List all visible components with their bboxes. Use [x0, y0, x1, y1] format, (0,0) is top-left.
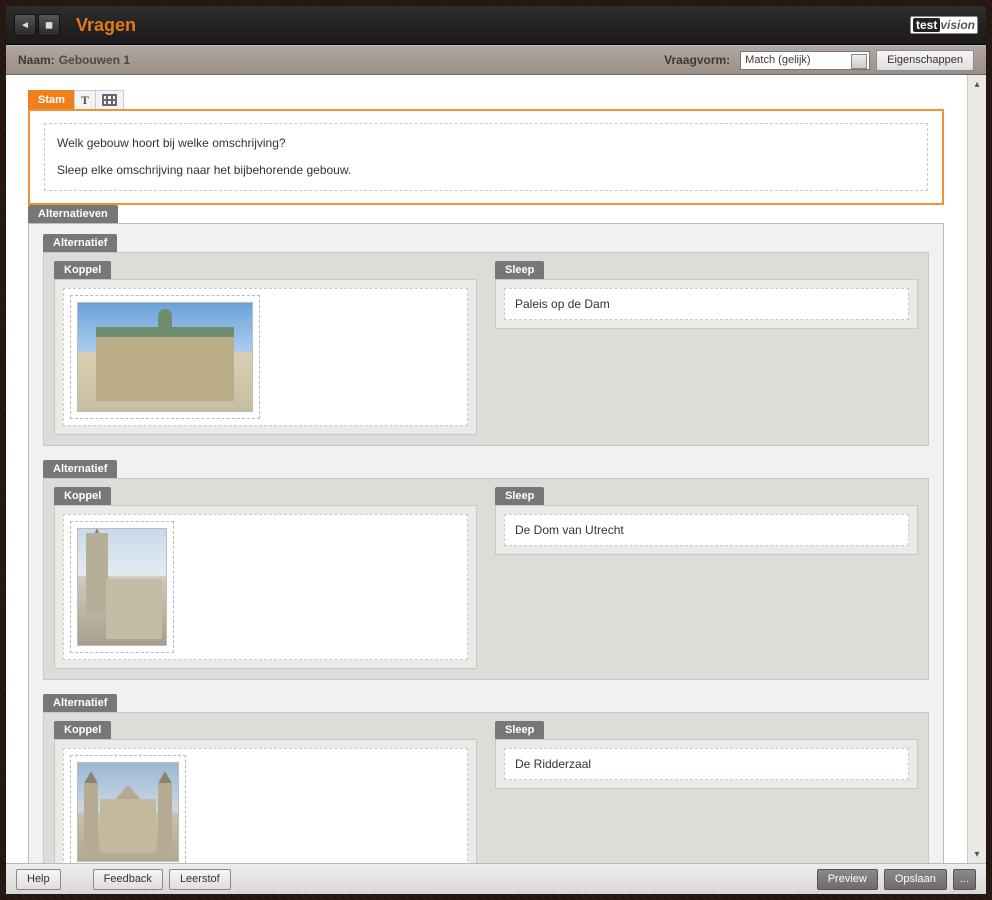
- main-area: Stam T Welk gebouw hoort bij welke omsch…: [6, 75, 986, 863]
- sleep-text: De Ridderzaal: [515, 757, 591, 771]
- feedback-button[interactable]: Feedback: [93, 869, 163, 890]
- alternative-body: Koppel: [43, 252, 929, 446]
- content: Stam T Welk gebouw hoort bij welke omsch…: [6, 75, 962, 863]
- alternative-3: Alternatief Koppel: [43, 694, 929, 863]
- vertical-scrollbar[interactable]: ▴ ▾: [967, 75, 986, 863]
- app-frame: ◄ ◼ Vragen testvision Naam: Gebouwen 1 V…: [6, 6, 986, 894]
- koppel-image-frame[interactable]: [70, 295, 260, 419]
- alternatives-body: Alternatief Koppel: [28, 223, 944, 863]
- top-bar: ◄ ◼ Vragen testvision: [6, 6, 986, 45]
- koppel-column: Koppel: [54, 261, 477, 435]
- alternative-2: Alternatief Koppel: [43, 460, 929, 680]
- form-label: Vraagvorm:: [664, 53, 730, 67]
- tab-text-format[interactable]: T: [74, 90, 96, 109]
- logo: testvision: [910, 16, 978, 34]
- koppel-body: [54, 505, 477, 669]
- sleep-tab: Sleep: [495, 261, 544, 279]
- sleep-column: Sleep De Ridderzaal: [495, 721, 918, 863]
- sleep-text: De Dom van Utrecht: [515, 523, 624, 537]
- name-bar: Naam: Gebouwen 1 Vraagvorm: Match (gelij…: [6, 45, 986, 75]
- koppel-tab: Koppel: [54, 487, 111, 505]
- alternative-1: Alternatief Koppel: [43, 234, 929, 446]
- stam-body: Welk gebouw hoort bij welke omschrijving…: [28, 109, 944, 205]
- name-label: Naam:: [18, 53, 55, 67]
- save-button[interactable]: Opslaan: [884, 869, 947, 890]
- stam-text-area[interactable]: Welk gebouw hoort bij welke omschrijving…: [44, 123, 928, 191]
- back-button[interactable]: ◄: [14, 14, 36, 36]
- koppel-dropzone[interactable]: [63, 288, 468, 426]
- koppel-column: Koppel: [54, 487, 477, 669]
- stop-button[interactable]: ◼: [38, 14, 60, 36]
- sleep-body: De Dom van Utrecht: [495, 505, 918, 555]
- bottom-bar: Help Feedback Leerstof Preview Opslaan .…: [6, 863, 986, 894]
- sleep-text-area[interactable]: De Ridderzaal: [504, 748, 909, 780]
- image-dom-utrecht: [77, 528, 167, 646]
- koppel-image-frame[interactable]: [70, 755, 186, 863]
- stam-line1: Welk gebouw hoort bij welke omschrijving…: [57, 134, 915, 153]
- image-paleis: [77, 302, 253, 412]
- properties-button[interactable]: Eigenschappen: [876, 50, 974, 71]
- name-value: Gebouwen 1: [59, 53, 130, 67]
- koppel-image-frame[interactable]: [70, 521, 174, 653]
- help-button[interactable]: Help: [16, 869, 61, 890]
- sleep-tab: Sleep: [495, 721, 544, 739]
- alternatives-tab: Alternatieven: [28, 205, 118, 223]
- alternative-tab: Alternatief: [43, 234, 117, 252]
- tab-stam[interactable]: Stam: [28, 90, 75, 109]
- preview-button[interactable]: Preview: [817, 869, 878, 890]
- scroll-down-icon[interactable]: ▾: [968, 845, 986, 863]
- sleep-body: Paleis op de Dam: [495, 279, 918, 329]
- sleep-column: Sleep De Dom van Utrecht: [495, 487, 918, 669]
- question-type-select[interactable]: Match (gelijk): [740, 51, 870, 70]
- koppel-column: Koppel: [54, 721, 477, 863]
- stam-tabs: Stam T: [28, 89, 944, 109]
- alternative-body: Koppel: [43, 478, 929, 680]
- logo-vision: vision: [940, 18, 975, 32]
- koppel-body: [54, 279, 477, 435]
- alternative-tab: Alternatief: [43, 694, 117, 712]
- question-type-value: Match (gelijk): [745, 54, 810, 66]
- sleep-text-area[interactable]: Paleis op de Dam: [504, 288, 909, 320]
- koppel-tab: Koppel: [54, 721, 111, 739]
- stam-section: Stam T Welk gebouw hoort bij welke omsch…: [28, 89, 944, 205]
- alternatives-section: Alternatieven Alternatief Koppel: [28, 205, 944, 863]
- page-title: Vragen: [76, 15, 136, 36]
- sleep-column: Sleep Paleis op de Dam: [495, 261, 918, 435]
- scroll-up-icon[interactable]: ▴: [968, 75, 986, 93]
- scroll-container: Stam T Welk gebouw hoort bij welke omsch…: [6, 75, 967, 863]
- sleep-tab: Sleep: [495, 487, 544, 505]
- chevron-down-icon: [855, 58, 863, 66]
- leerstof-button[interactable]: Leerstof: [169, 869, 231, 890]
- sleep-text: Paleis op de Dam: [515, 297, 610, 311]
- more-button[interactable]: ...: [953, 869, 976, 890]
- table-icon: [102, 94, 117, 106]
- logo-test: test: [913, 18, 940, 32]
- koppel-tab: Koppel: [54, 261, 111, 279]
- alternative-tab: Alternatief: [43, 460, 117, 478]
- koppel-body: [54, 739, 477, 863]
- koppel-dropzone[interactable]: [63, 514, 468, 660]
- tab-table[interactable]: [95, 90, 124, 109]
- sleep-text-area[interactable]: De Dom van Utrecht: [504, 514, 909, 546]
- text-icon: T: [81, 93, 89, 108]
- stam-line2: Sleep elke omschrijving naar het bijbeho…: [57, 161, 915, 180]
- sleep-body: De Ridderzaal: [495, 739, 918, 789]
- alternative-body: Koppel: [43, 712, 929, 863]
- image-ridderzaal: [77, 762, 179, 862]
- koppel-dropzone[interactable]: [63, 748, 468, 863]
